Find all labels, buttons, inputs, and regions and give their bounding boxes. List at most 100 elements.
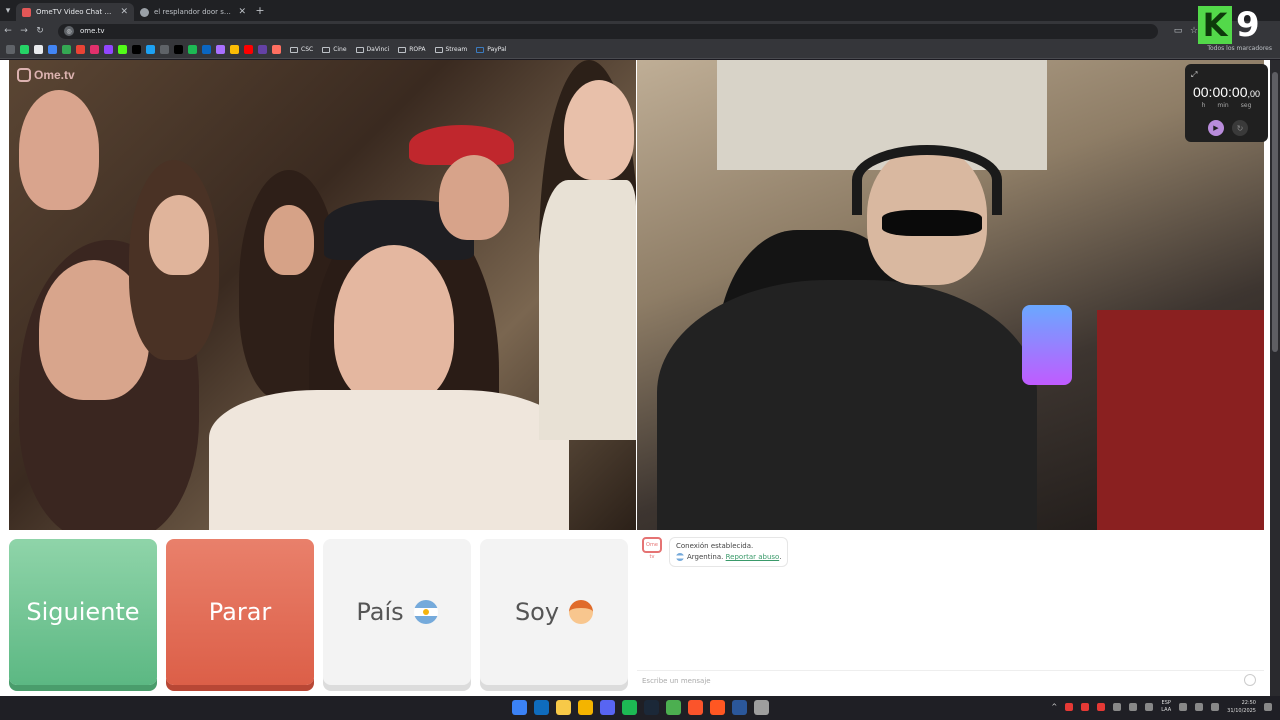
reload-icon[interactable]: ↻	[32, 26, 48, 36]
person-face	[439, 155, 509, 240]
start-icon[interactable]	[512, 700, 527, 715]
message-input[interactable]: Escribe un mensaje	[637, 670, 1264, 692]
close-tab-icon[interactable]: ✕	[120, 7, 128, 17]
browser-tab-bar: ▾ OmeTV Video Chat — Ome ✕ el resplandor…	[0, 0, 1280, 21]
bookmark-icon[interactable]	[34, 45, 43, 54]
taskbar-app-icon[interactable]	[666, 700, 681, 715]
person-face	[264, 205, 314, 275]
back-icon[interactable]: ←	[0, 26, 16, 36]
bookmark-icon[interactable]	[160, 45, 169, 54]
taskbar-app-icon[interactable]	[622, 700, 637, 715]
stopwatch-time: 00:00:00,00	[1192, 84, 1260, 100]
reset-icon[interactable]: ↻	[1232, 120, 1248, 136]
bookmark-folder-davinci[interactable]: DaVinci	[355, 46, 389, 53]
gender-button[interactable]: Soy	[480, 539, 628, 685]
cast-icon[interactable]: ▭	[1170, 26, 1186, 36]
local-video	[637, 60, 1264, 530]
scroll-thumb[interactable]	[1272, 72, 1278, 352]
taskbar-app-icon[interactable]	[534, 700, 549, 715]
wifi-icon[interactable]	[1179, 703, 1188, 711]
bookmark-folder-cine[interactable]: Cine	[322, 46, 347, 53]
bookmark-icon[interactable]	[118, 45, 127, 54]
taskbar-app-icon[interactable]	[732, 700, 747, 715]
bookmark-icon[interactable]	[48, 45, 57, 54]
bookmark-icon[interactable]	[76, 45, 85, 54]
desk	[1097, 310, 1264, 530]
bookmark-icon[interactable]	[20, 45, 29, 54]
bookmark-icon[interactable]	[62, 45, 71, 54]
white-shirt	[209, 390, 569, 530]
taskbar-app-icon[interactable]	[556, 700, 571, 715]
bookmark-icon[interactable]	[188, 45, 197, 54]
language-indicator[interactable]: ESP LAA	[1161, 700, 1171, 714]
stopwatch-widget: ⤢ 00:00:00,00 h min seg ▶ ↻	[1185, 64, 1268, 142]
volume-icon[interactable]	[1195, 703, 1204, 711]
tray-app-icon[interactable]	[1113, 703, 1122, 711]
bookmark-icon[interactable]	[216, 45, 225, 54]
page-scrollbar[interactable]	[1270, 60, 1280, 696]
stream-logo-overlay: K 9	[1198, 5, 1272, 45]
apps-grid-icon[interactable]	[6, 45, 15, 54]
bookmark-icon[interactable]	[132, 45, 141, 54]
bookmark-paypal[interactable]: PayPal	[476, 46, 507, 53]
taskbar-app-icon[interactable]	[644, 700, 659, 715]
bookmarks-bar: CSC Cine DaVinci ROPA Stream PayPal	[0, 41, 1280, 59]
bookmark-icon[interactable]	[244, 45, 253, 54]
tray-app-icon[interactable]	[1097, 703, 1106, 711]
tab-ometv[interactable]: OmeTV Video Chat — Ome ✕	[16, 3, 134, 21]
tab-search-icon[interactable]: ▾	[0, 6, 16, 16]
address-bar[interactable]: ◎ ome.tv	[58, 23, 1158, 39]
play-icon[interactable]: ▶	[1208, 120, 1224, 136]
taskbar-app-icon[interactable]	[688, 700, 703, 715]
report-abuse-link[interactable]: Reportar abuso	[726, 553, 780, 561]
close-tab-icon[interactable]: ✕	[238, 7, 246, 17]
bookmark-icon[interactable]	[230, 45, 239, 54]
new-tab-button[interactable]: +	[252, 4, 268, 17]
bookmark-icon[interactable]	[174, 45, 183, 54]
tray-app-icon[interactable]	[1145, 703, 1154, 711]
logo-nine: 9	[1236, 5, 1260, 45]
tab-search[interactable]: el resplandor door scene - Bus ✕	[134, 3, 252, 21]
stop-button[interactable]: Parar	[166, 539, 314, 685]
folder-icon	[398, 46, 407, 53]
tray-app-icon[interactable]	[1065, 703, 1074, 711]
bookmark-icon[interactable]	[272, 45, 281, 54]
bookmark-folder-ropa[interactable]: ROPA	[398, 46, 426, 53]
bookmark-folder-csc[interactable]: CSC	[290, 46, 313, 53]
battery-icon[interactable]	[1211, 703, 1220, 711]
bookmark-icon[interactable]	[90, 45, 99, 54]
tray-app-icon[interactable]	[1081, 703, 1090, 711]
bookmark-icon[interactable]	[146, 45, 155, 54]
all-bookmarks-folder[interactable]: Todos los marcadores	[1207, 45, 1272, 52]
remote-video: Ome.tv	[9, 60, 636, 530]
url-text: ome.tv	[80, 27, 105, 35]
taskbar-app-icon[interactable]	[600, 700, 615, 715]
argentina-flag-icon	[413, 600, 438, 624]
tray-app-icon[interactable]	[1129, 703, 1138, 711]
stopwatch-units: h min seg	[1201, 102, 1252, 109]
taskbar-app-icon[interactable]	[710, 700, 725, 715]
windows-taskbar: ^ ESP LAA 22:50 31/10/2025	[0, 696, 1280, 720]
ometv-avatar: Ome tv	[642, 537, 662, 560]
sunglasses	[882, 210, 982, 236]
site-info-icon[interactable]: ◎	[64, 26, 74, 36]
person-face	[564, 80, 634, 180]
taskbar-app-icon[interactable]	[754, 700, 769, 715]
expand-icon[interactable]: ⤢	[1191, 70, 1197, 80]
notification-icon[interactable]	[1264, 703, 1272, 711]
bookmark-folder-stream[interactable]: Stream	[434, 46, 467, 53]
country-button[interactable]: País	[323, 539, 471, 685]
taskbar-app-icon[interactable]	[578, 700, 593, 715]
emoji-icon[interactable]	[1244, 674, 1256, 686]
folder-icon	[434, 46, 443, 53]
bookmark-icon[interactable]	[104, 45, 113, 54]
show-hidden-icon[interactable]: ^	[1051, 703, 1057, 711]
ometv-page: Ome.tv ⤢ 00:00:00,00 h min seg ▶ ↻ Sigui…	[0, 60, 1270, 696]
next-button[interactable]: Siguiente	[9, 539, 157, 685]
boy-emoji-icon	[569, 600, 594, 624]
clock[interactable]: 22:50 31/10/2025	[1227, 699, 1256, 715]
system-tray: ^ ESP LAA 22:50 31/10/2025	[1051, 699, 1272, 715]
bookmark-icon[interactable]	[258, 45, 267, 54]
bookmark-icon[interactable]	[202, 45, 211, 54]
forward-icon[interactable]: →	[16, 26, 32, 36]
